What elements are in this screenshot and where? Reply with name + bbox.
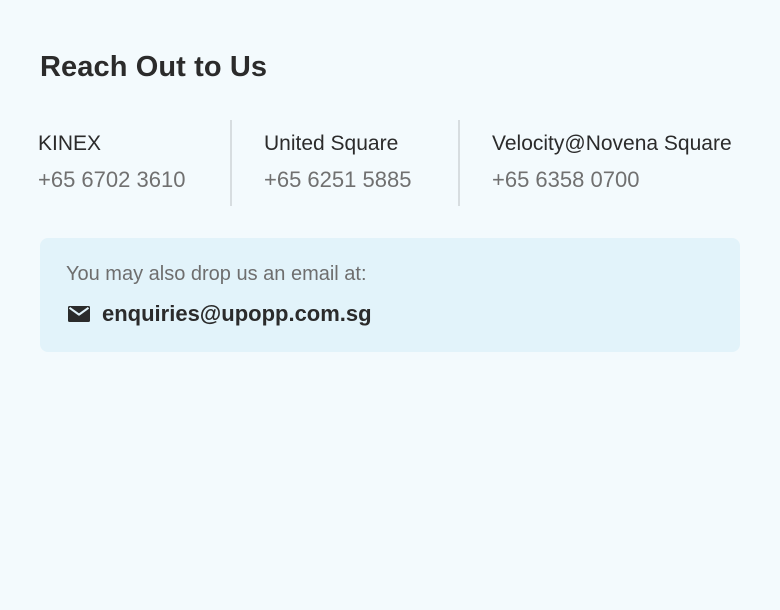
location-phone-link[interactable]: +65 6358 0700 (492, 165, 639, 195)
email-callout: You may also drop us an email at: enquir… (40, 238, 740, 352)
location-phone-link[interactable]: +65 6702 3610 (38, 165, 185, 195)
page-title: Reach Out to Us (40, 51, 268, 83)
contact-section: Reach Out to Us KINEX +65 6702 3610 Unit… (0, 0, 780, 610)
location-name: Velocity@Novena Square (492, 132, 732, 155)
location-divider (458, 120, 460, 206)
location-divider (230, 120, 232, 206)
location-name: KINEX (38, 132, 102, 155)
location-name: United Square (264, 132, 399, 155)
location-list: KINEX +65 6702 3610 United Square +65 62… (38, 120, 758, 206)
email-hint-text: You may also drop us an email at: (66, 263, 367, 285)
location-phone-link[interactable]: +65 6251 5885 (264, 165, 411, 195)
mail-icon (68, 306, 90, 322)
email-row: enquiries@upopp.com.sg (68, 299, 372, 329)
email-link[interactable]: enquiries@upopp.com.sg (102, 299, 372, 329)
